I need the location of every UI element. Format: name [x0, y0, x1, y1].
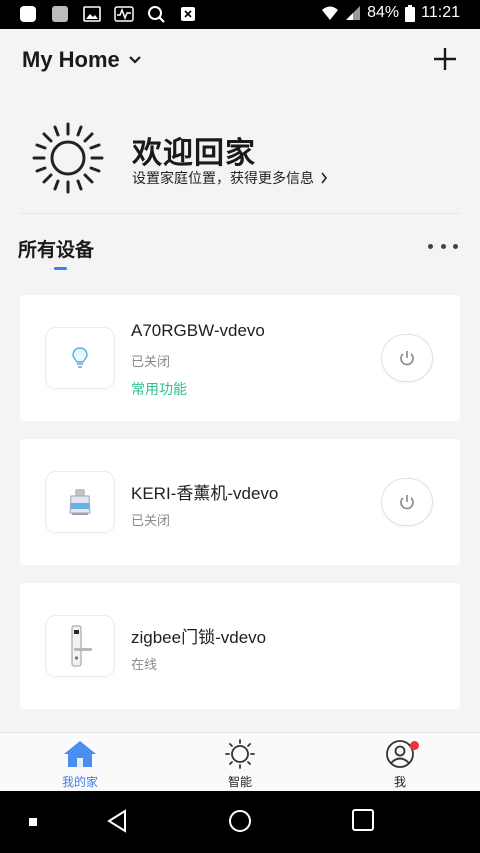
activity-icon — [114, 5, 134, 23]
battery-percent: 84% — [367, 4, 400, 21]
welcome-title: 欢迎回家 — [132, 136, 256, 171]
device-status: 在线 — [131, 658, 158, 673]
diffuser-icon — [69, 489, 91, 515]
chevron-down-icon — [129, 56, 141, 64]
device-card-zigbee-lock[interactable]: zigbee门锁-vdevo 在线 — [20, 583, 460, 709]
device-card-a70rgbw[interactable]: A70RGBW-vdevo 已关闭 常用功能 — [20, 295, 460, 421]
nav-smart[interactable]: 智能 — [200, 739, 280, 790]
add-icon[interactable] — [432, 46, 458, 72]
device-name: zigbee门锁-vdevo — [131, 628, 267, 647]
signal-icon — [346, 6, 361, 20]
divider — [20, 213, 460, 214]
more-options-button[interactable] — [428, 236, 458, 256]
welcome-subtitle: 设置家庭位置，获得更多信息 — [132, 171, 314, 187]
recents-icon[interactable] — [352, 809, 374, 831]
system-navigation-bar — [0, 791, 480, 853]
power-button[interactable] — [382, 479, 432, 525]
search-icon — [146, 5, 166, 23]
home-icon — [64, 741, 96, 767]
all-devices-tab[interactable]: 所有设备 — [18, 235, 94, 262]
sun-icon — [225, 739, 255, 769]
common-functions-link[interactable]: 常用功能 — [131, 379, 187, 399]
app-notification-icon — [18, 5, 38, 23]
device-card-keri-diffuser[interactable]: KERI-香薰机-vdevo 已关闭 — [20, 439, 460, 565]
bottom-navigation: 我的家 智能 我 — [0, 732, 480, 791]
chevron-right-icon — [321, 172, 328, 184]
home-title: My Home — [22, 47, 120, 72]
battery-icon — [405, 4, 416, 22]
device-thumbnail — [46, 616, 114, 676]
status-bar: 84% 11:21 — [0, 0, 480, 29]
dot — [440, 243, 446, 249]
system-indicators: 84% 11:21 — [321, 4, 460, 22]
sun-icon — [32, 122, 104, 194]
device-thumbnail — [46, 328, 114, 388]
home-circle-icon[interactable] — [228, 809, 252, 833]
device-thumbnail — [46, 472, 114, 532]
wifi-icon — [322, 6, 339, 20]
clock: 11:21 — [421, 4, 460, 21]
nav-my-home[interactable]: 我的家 — [40, 739, 120, 790]
device-status: 已关闭 — [131, 355, 171, 370]
small-square-icon[interactable] — [29, 818, 37, 826]
back-icon[interactable] — [106, 809, 128, 833]
nav-label: 智能 — [227, 775, 252, 789]
device-status: 已关闭 — [131, 514, 171, 529]
nav-label: 我的家 — [61, 775, 98, 789]
power-icon — [400, 351, 414, 366]
nav-label: 我 — [393, 775, 406, 789]
set-location-link[interactable]: 设置家庭位置，获得更多信息 — [132, 168, 328, 188]
close-box-icon — [178, 5, 198, 23]
home-selector[interactable]: My Home — [22, 47, 142, 73]
power-icon — [400, 495, 414, 510]
dot — [453, 243, 458, 249]
square-notification-icon — [50, 5, 70, 23]
bulb-icon — [72, 347, 88, 368]
door-lock-icon — [71, 625, 92, 667]
device-name: A70RGBW-vdevo — [131, 321, 265, 340]
dot — [428, 243, 433, 249]
nav-me[interactable]: 我 — [360, 739, 440, 790]
notification-icons — [18, 5, 198, 23]
power-button[interactable] — [382, 335, 432, 381]
app-header: My Home — [0, 29, 480, 95]
image-icon — [82, 5, 102, 23]
welcome-banner[interactable]: 欢迎回家 设置家庭位置，获得更多信息 — [20, 110, 460, 210]
device-name: KERI-香薰机-vdevo — [131, 484, 279, 503]
notification-badge — [410, 741, 419, 750]
active-tab-indicator — [54, 267, 67, 270]
